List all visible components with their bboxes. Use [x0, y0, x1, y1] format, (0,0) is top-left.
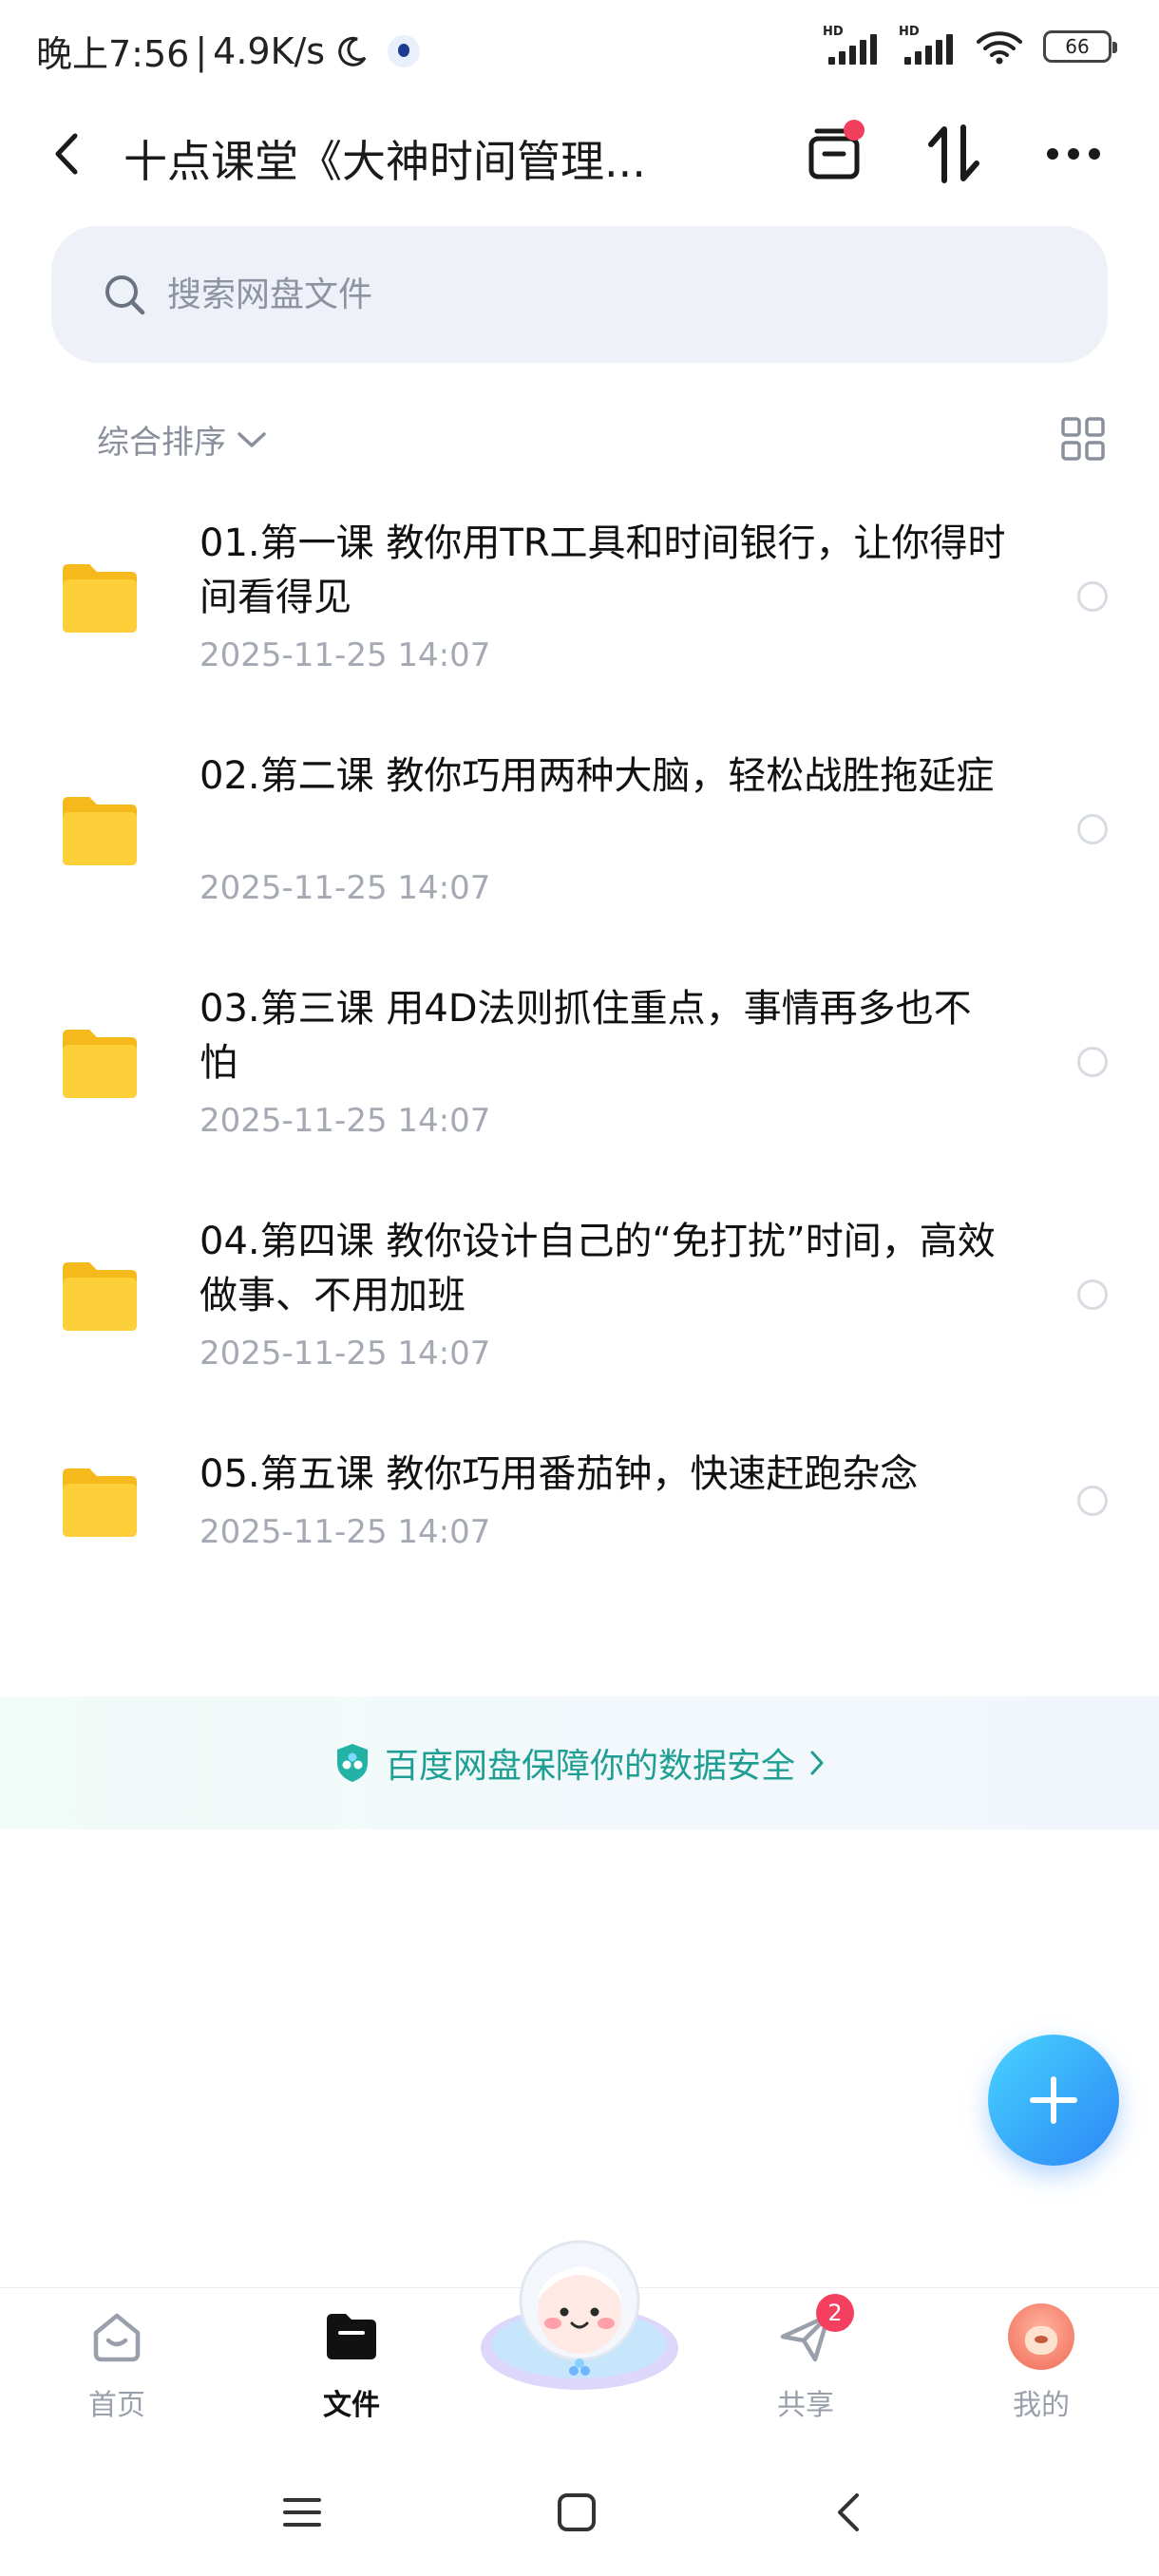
- paper-plane-icon: 2: [772, 2294, 854, 2370]
- file-name: 05.第五课 教你巧用番茄钟，快速赶跑杂念: [200, 1452, 919, 1496]
- plus-icon: [1030, 2076, 1077, 2124]
- security-banner[interactable]: 百度网盘保障你的数据安全: [0, 1696, 1159, 1829]
- shield-icon: [336, 1744, 368, 1782]
- nav-home-label: 首页: [88, 2389, 145, 2422]
- select-checkbox[interactable]: [1077, 581, 1108, 612]
- nav-home[interactable]: 首页: [41, 2288, 193, 2440]
- folder-filled-icon: [318, 2303, 385, 2370]
- file-name: 03.第三课 用4D法则抓住重点，事情再多也不怕: [200, 987, 972, 1085]
- status-left: 晚上7:56 | 4.9K/s: [36, 25, 421, 77]
- sort-row: 综合排序: [0, 408, 1159, 471]
- file-date: 2025-11-25 14:07: [200, 1335, 491, 1373]
- folder-icon: [63, 1030, 137, 1098]
- search-bar[interactable]: [51, 226, 1108, 363]
- file-row[interactable]: 04.第四课 教你设计自己的“免打扰”时间，高效做事、不用加班 2025-11-…: [0, 1192, 1159, 1425]
- folder-icon: [63, 797, 137, 865]
- select-checkbox[interactable]: [1077, 1047, 1108, 1077]
- system-back-button[interactable]: [815, 2479, 882, 2546]
- more-dots-icon: [1047, 148, 1100, 160]
- wifi-icon: [977, 31, 1022, 65]
- file-row[interactable]: 03.第三课 用4D法则抓住重点，事情再多也不怕 2025-11-25 14:0…: [0, 959, 1159, 1192]
- nav-mine[interactable]: 我的: [965, 2288, 1117, 2440]
- sort-arrows-icon: [928, 124, 979, 183]
- nav-share[interactable]: 2 共享: [730, 2288, 882, 2440]
- signal-icon: HD: [823, 25, 880, 65]
- nav-share-label: 共享: [777, 2389, 834, 2422]
- more-button[interactable]: [1039, 120, 1108, 188]
- system-home-button[interactable]: [543, 2479, 610, 2546]
- security-text: 百度网盘保障你的数据安全: [384, 1747, 795, 1786]
- status-bar: 晚上7:56 | 4.9K/s HD HD 66: [0, 0, 1159, 95]
- chevron-right-icon: [810, 1751, 824, 1775]
- sort-toggle-button[interactable]: [920, 120, 988, 188]
- avatar: [1008, 2303, 1074, 2370]
- search-icon: [105, 275, 145, 315]
- system-menu-button[interactable]: [269, 2479, 335, 2546]
- header: 十点课堂《大神时间管理...: [0, 104, 1159, 199]
- grid-view-icon: [1061, 417, 1105, 461]
- back-button[interactable]: [38, 125, 95, 182]
- menu-icon: [283, 2498, 321, 2527]
- app-notification-icon: [388, 34, 421, 67]
- folder-icon: [63, 564, 137, 633]
- signal-icon: HD: [899, 25, 956, 65]
- mascot-assistant-button[interactable]: [475, 2232, 684, 2394]
- file-date: 2025-11-25 14:07: [200, 1513, 491, 1551]
- file-list: 01.第一课 教你用TR工具和时间银行，让你得时间看得见 2025-11-25 …: [0, 494, 1159, 1605]
- back-triangle-icon: [838, 2493, 859, 2531]
- file-row[interactable]: 02.第二课 教你巧用两种大脑，轻松战胜拖延症 2025-11-25 14:07: [0, 727, 1159, 959]
- select-checkbox[interactable]: [1077, 1279, 1108, 1310]
- sort-dropdown[interactable]: 综合排序: [97, 416, 268, 463]
- file-row[interactable]: 05.第五课 教你巧用番茄钟，快速赶跑杂念 2025-11-25 14:07: [0, 1425, 1159, 1605]
- nav-mine-label: 我的: [1013, 2389, 1070, 2422]
- status-speed: 4.9K/s: [213, 29, 326, 72]
- grid-view-button[interactable]: [1060, 416, 1106, 462]
- battery-icon: 66: [1043, 30, 1117, 63]
- moon-icon: [338, 36, 367, 66]
- file-date: 2025-11-25 14:07: [200, 636, 491, 674]
- folder-icon: [63, 1262, 137, 1331]
- home-icon: [84, 2303, 150, 2370]
- file-name: 02.第二课 教你巧用两种大脑，轻松战胜拖延症: [200, 754, 995, 798]
- share-badge: 2: [816, 2294, 854, 2332]
- chevron-down-icon: [238, 431, 266, 447]
- file-name: 04.第四课 教你设计自己的“免打扰”时间，高效做事、不用加班: [200, 1220, 996, 1317]
- folder-icon: [63, 1468, 137, 1537]
- back-arrow-icon: [55, 133, 78, 175]
- notification-dot: [844, 120, 864, 141]
- page-title: 十点课堂《大神时间管理...: [124, 136, 646, 187]
- add-button[interactable]: [988, 2035, 1119, 2166]
- file-row[interactable]: 01.第一课 教你用TR工具和时间银行，让你得时间看得见 2025-11-25 …: [0, 494, 1159, 727]
- nav-files-label: 文件: [323, 2389, 380, 2422]
- nav-files[interactable]: 文件: [276, 2288, 428, 2440]
- system-nav-bar: [0, 2451, 1159, 2565]
- user-avatar-icon: [1008, 2303, 1074, 2370]
- select-checkbox[interactable]: [1077, 814, 1108, 844]
- sort-label: 综合排序: [97, 424, 226, 462]
- file-date: 2025-11-25 14:07: [200, 1102, 491, 1140]
- status-divider: |: [195, 29, 208, 72]
- file-name: 01.第一课 教你用TR工具和时间银行，让你得时间看得见: [200, 521, 1006, 619]
- select-checkbox[interactable]: [1077, 1486, 1108, 1516]
- status-time: 晚上7:56: [36, 33, 190, 75]
- file-date: 2025-11-25 14:07: [200, 869, 491, 907]
- transfer-list-button[interactable]: [800, 120, 868, 188]
- square-icon: [558, 2493, 596, 2531]
- search-input[interactable]: [167, 275, 1022, 314]
- status-right: HD HD 66: [823, 25, 1117, 65]
